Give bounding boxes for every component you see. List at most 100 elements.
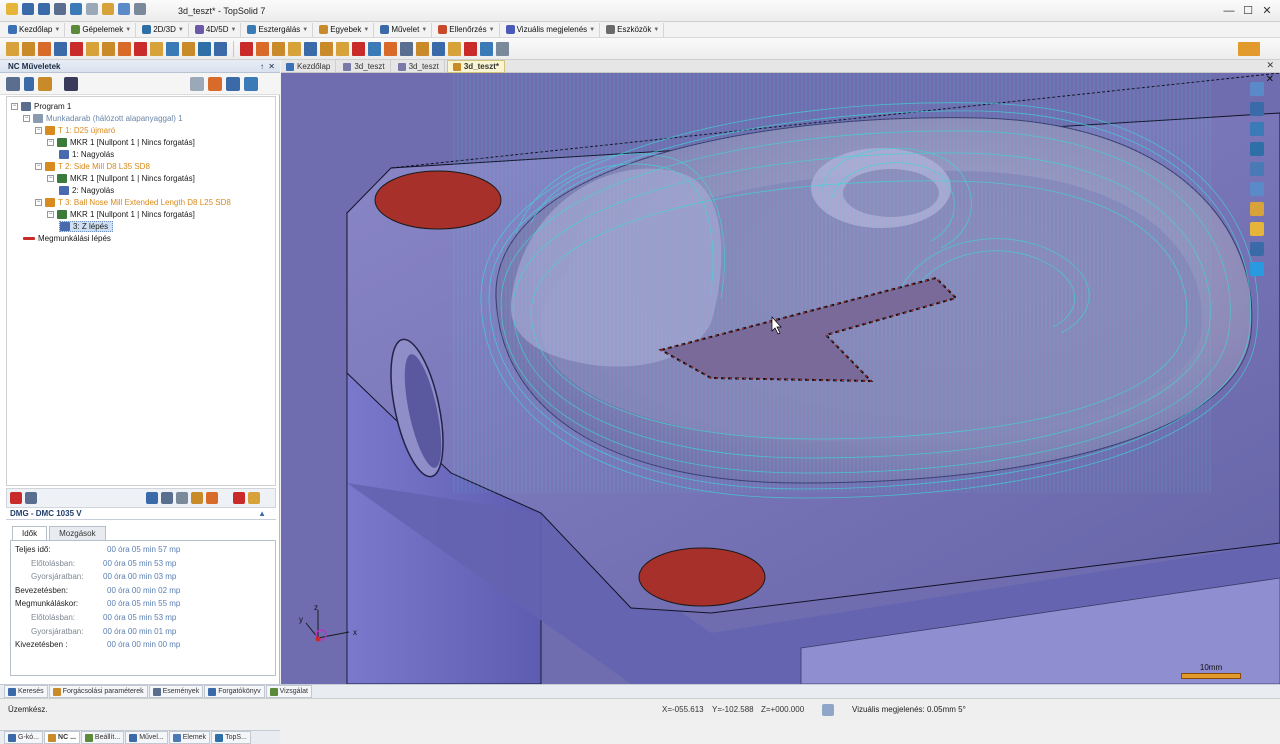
save-all-icon[interactable] (38, 3, 50, 15)
bottom-tab-0[interactable]: Keresés (4, 685, 48, 698)
tool-holder-icon[interactable] (161, 492, 173, 504)
menu-home[interactable]: Kezdőlap ▼ (4, 22, 66, 37)
panel-tab-4[interactable]: Elemek (168, 731, 211, 744)
toolbar-command-icon[interactable] (368, 41, 381, 56)
undo-icon[interactable] (70, 3, 82, 15)
chevron-down-icon[interactable]: ▼ (178, 27, 184, 33)
redo-icon[interactable] (86, 3, 98, 15)
settings-icon[interactable] (134, 3, 146, 15)
check-path-icon[interactable] (206, 492, 218, 504)
menu-machine-elements[interactable]: Gépelemek ▼ (67, 22, 137, 37)
zoom-view-icon[interactable] (1250, 122, 1264, 136)
tree-node-program[interactable]: − Program 1 (11, 101, 71, 112)
document-tab-1[interactable]: 3d_teszt (338, 60, 391, 73)
tree-expander-icon[interactable]: − (23, 115, 30, 122)
toolbar-command-icon[interactable] (182, 41, 195, 56)
tab-movements[interactable]: Mozgások (49, 526, 106, 540)
columns-icon[interactable] (226, 76, 240, 91)
document-tab-0[interactable]: Kezdőlap (281, 60, 337, 73)
toolbar-command-icon[interactable] (304, 41, 317, 56)
menu-check[interactable]: Ellenőrzés ▼ (434, 22, 500, 37)
bottom-tab-4[interactable]: Vizsgálat (265, 685, 312, 698)
toolbar-command-icon[interactable] (288, 41, 301, 56)
toolbar-command-icon[interactable] (118, 41, 131, 56)
chevron-down-icon[interactable]: ▼ (421, 27, 427, 33)
menu-turning[interactable]: Esztergálás ▼ (243, 22, 314, 37)
chevron-down-icon[interactable]: ▼ (125, 27, 131, 33)
3d-scene[interactable] (281, 73, 1280, 684)
tree-node-mkr1b[interactable]: − MKR 1 [Nullpont 1 | Nincs forgatás] (47, 173, 195, 184)
toolbar-command-icon[interactable] (70, 41, 83, 56)
bottom-tab-1[interactable]: Forgácsolási paraméterek (48, 685, 148, 698)
menu-misc[interactable]: Egyebek ▼ (315, 22, 375, 37)
chevron-down-icon[interactable]: ▼ (302, 27, 308, 33)
panel-tab-3[interactable]: Művel... (125, 731, 168, 744)
tree-node-mkr1a[interactable]: − MKR 1 [Nullpont 1 | Nincs forgatás] (47, 137, 195, 148)
collapse-arrow-icon[interactable]: ▲ (258, 508, 266, 520)
app-menu-icon[interactable] (6, 3, 18, 15)
menu-2d3d[interactable]: 2D/3D ▼ (138, 22, 189, 37)
toolbar-command-icon[interactable] (86, 41, 99, 56)
tree-expander-icon[interactable]: − (35, 163, 42, 170)
panel-close-icon[interactable]: ✕ (268, 60, 275, 73)
minimize-button[interactable]: — (1221, 3, 1237, 19)
toolbar-command-icon[interactable] (352, 41, 365, 56)
tree-node-op3[interactable]: 3: Z lépés (59, 221, 114, 232)
tree-expander-icon[interactable]: − (35, 199, 42, 206)
section-icon[interactable] (1250, 242, 1264, 256)
document-tab-3[interactable]: 3d_teszt* (446, 60, 505, 73)
open-icon[interactable] (102, 3, 114, 15)
insert-icon[interactable] (24, 76, 34, 91)
toolbar-command-icon[interactable] (134, 41, 147, 56)
operation-settings-icon[interactable] (208, 76, 222, 91)
tree-node-step[interactable]: Megmunkálási lépés (23, 233, 111, 244)
toolbar-command-icon[interactable] (22, 41, 35, 56)
fit-view-icon[interactable] (1250, 182, 1264, 196)
toolbar-command-icon[interactable] (240, 41, 253, 56)
toolbar-command-icon[interactable] (6, 41, 19, 56)
toolbar-options-icon[interactable] (1238, 41, 1260, 56)
save-icon[interactable] (22, 3, 34, 15)
panel-tab-1[interactable]: NC ... (44, 731, 80, 744)
rotate-view-icon[interactable] (1250, 82, 1264, 96)
tree-expander-icon[interactable]: − (11, 103, 18, 110)
toolbar-command-icon[interactable] (320, 41, 333, 56)
pan-view-icon[interactable] (1250, 102, 1264, 116)
tree-node-op2[interactable]: 2: Nagyolás (59, 185, 114, 196)
refresh-icon[interactable] (118, 3, 130, 15)
tool-change-icon[interactable] (176, 492, 188, 504)
panel-tab-2[interactable]: Beállít... (80, 731, 125, 744)
zoom-window-icon[interactable] (1250, 162, 1264, 176)
menu-4d5d[interactable]: 4D/5D ▼ (191, 22, 242, 37)
hierarchy-icon[interactable] (25, 492, 37, 504)
toolbar-command-icon[interactable] (448, 41, 461, 56)
toolbar-command-icon[interactable] (198, 41, 211, 56)
chevron-down-icon[interactable]: ▼ (589, 27, 595, 33)
chevron-down-icon[interactable]: ▼ (653, 27, 659, 33)
tree-expander-icon[interactable]: − (35, 127, 42, 134)
tree-node-tool1[interactable]: − T 1: D25 újmaró (35, 125, 115, 136)
document-tab-2[interactable]: 3d_teszt (393, 60, 445, 73)
panel-tab-0[interactable]: G-kó... (4, 731, 44, 744)
menu-tools[interactable]: Eszközök ▼ (602, 22, 665, 37)
bottom-tab-2[interactable]: Események (148, 685, 204, 698)
menu-operation[interactable]: Művelet ▼ (376, 22, 433, 37)
toolbar-command-icon[interactable] (102, 41, 115, 56)
light-icon[interactable] (1250, 262, 1264, 276)
toolbar-command-icon[interactable] (464, 41, 477, 56)
verify-icon[interactable] (248, 492, 260, 504)
toolbar-command-icon[interactable] (166, 41, 179, 56)
toolbar-command-icon[interactable] (336, 41, 349, 56)
toolbar-command-icon[interactable] (384, 41, 397, 56)
3d-viewport[interactable]: z x y ✕ 10mm (281, 73, 1280, 684)
standard-views-icon[interactable] (1250, 142, 1264, 156)
toolbar-command-icon[interactable] (416, 41, 429, 56)
tree-expander-icon[interactable]: − (47, 211, 54, 218)
chevron-down-icon[interactable]: ▼ (489, 27, 495, 33)
chevron-down-icon[interactable]: ▼ (363, 27, 369, 33)
toolbar-command-icon[interactable] (272, 41, 285, 56)
maximize-button[interactable]: ☐ (1240, 3, 1256, 19)
sort-icon[interactable] (244, 76, 258, 91)
export-icon[interactable] (64, 76, 78, 91)
render-mode-icon[interactable] (1250, 202, 1264, 216)
